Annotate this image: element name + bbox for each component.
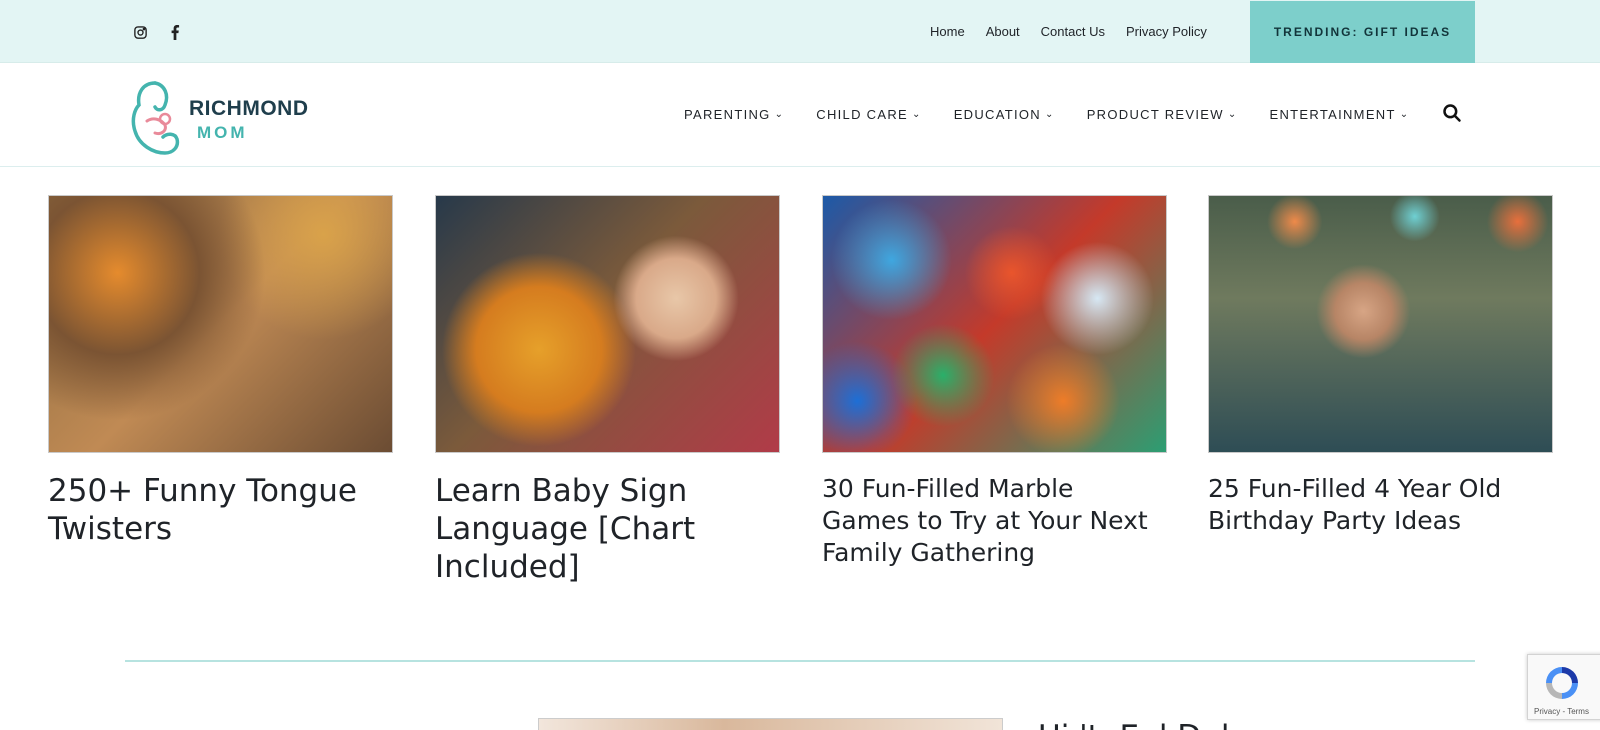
recaptcha-privacy-terms[interactable]: Privacy - Terms — [1534, 707, 1589, 716]
post-card[interactable]: 25 Fun-Filled 4 Year Old Birthday Party … — [1208, 195, 1553, 537]
mother-child-logo-icon — [131, 81, 180, 155]
logo-text-richmond: RICHMOND — [189, 97, 309, 120]
post-thumbnail[interactable] — [822, 195, 1167, 453]
post-title[interactable]: 30 Fun-Filled Marble Games to Try at You… — [822, 473, 1167, 569]
nav-education[interactable]: EDUCATION ⌄ — [954, 107, 1055, 122]
top-link-about[interactable]: About — [986, 24, 1020, 39]
search-icon[interactable] — [1442, 103, 1466, 127]
post-card[interactable]: Learn Baby Sign Language [Chart Included… — [435, 195, 780, 586]
recaptcha-icon — [1546, 667, 1578, 699]
chevron-down-icon: ⌄ — [774, 109, 785, 120]
main-header: RICHMOND MOM PARENTING ⌄ CHILD CARE ⌄ EDUC… — [0, 63, 1600, 167]
facebook-icon[interactable] — [165, 22, 185, 42]
next-post-title[interactable]: Ui·'t· E ·l D ·l — [1038, 718, 1230, 730]
next-post-thumbnail[interactable] — [538, 718, 1003, 730]
post-thumbnail[interactable] — [1208, 195, 1553, 453]
chevron-down-icon: ⌄ — [1045, 109, 1055, 120]
top-link-privacy[interactable]: Privacy Policy — [1126, 24, 1207, 39]
post-card[interactable]: 250+ Funny Tongue Twisters — [48, 195, 393, 548]
logo-text-mom: MOM — [197, 123, 248, 142]
top-link-home[interactable]: Home — [930, 24, 965, 39]
top-links: Home About Contact Us Privacy Policy — [930, 24, 1228, 39]
top-bar: Home About Contact Us Privacy Policy TRE… — [0, 0, 1600, 63]
nav-parenting[interactable]: PARENTING ⌄ — [684, 107, 784, 122]
post-card[interactable]: 30 Fun-Filled Marble Games to Try at You… — [822, 195, 1167, 569]
main-nav: PARENTING ⌄ CHILD CARE ⌄ EDUCATION ⌄ PRODUC… — [684, 107, 1441, 122]
nav-entertainment[interactable]: ENTERTAINMENT ⌄ — [1270, 107, 1410, 122]
post-title[interactable]: Learn Baby Sign Language [Chart Included… — [435, 472, 780, 586]
section-divider — [125, 660, 1475, 662]
trending-gift-ideas-button[interactable]: TRENDING: GIFT IDEAS — [1250, 1, 1475, 63]
post-title[interactable]: 25 Fun-Filled 4 Year Old Birthday Party … — [1208, 473, 1553, 537]
instagram-icon[interactable] — [130, 22, 150, 42]
post-thumbnail[interactable] — [435, 195, 780, 453]
nav-child-care[interactable]: CHILD CARE ⌄ — [816, 107, 921, 122]
chevron-down-icon: ⌄ — [1399, 109, 1410, 120]
post-title[interactable]: 250+ Funny Tongue Twisters — [48, 472, 393, 548]
post-thumbnail[interactable] — [48, 195, 393, 453]
site-logo[interactable]: RICHMOND MOM — [125, 77, 315, 159]
recaptcha-badge[interactable]: Privacy - Terms — [1527, 654, 1600, 720]
chevron-down-icon: ⌄ — [1227, 109, 1238, 120]
top-link-contact[interactable]: Contact Us — [1041, 24, 1105, 39]
nav-product-review[interactable]: PRODUCT REVIEW ⌄ — [1087, 107, 1238, 122]
chevron-down-icon: ⌄ — [912, 109, 922, 120]
